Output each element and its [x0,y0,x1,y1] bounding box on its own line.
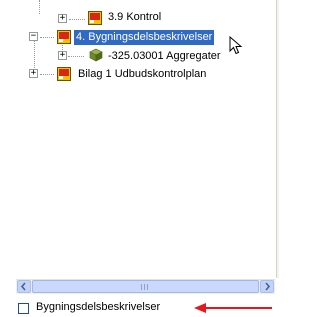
layer-icon [57,30,71,44]
thumb-grip [147,284,148,290]
tree-guide-line [69,19,85,20]
tree-guide-line [40,37,54,38]
scroll-right-button[interactable] [260,280,274,293]
layer-icon [57,67,71,81]
annotation-arrow-icon [194,303,272,313]
layer-icon [88,11,102,25]
tree-guide-line [68,56,84,57]
arrow-left-icon [20,282,26,291]
scroll-thumb[interactable] [32,280,259,293]
thumb-grip [144,284,145,290]
scroll-left-button[interactable] [17,280,31,293]
tree-panel: + 3.9 Kontrol − 4. Bygningsdelsbeskrivel… [0,0,292,317]
tree-node-label[interactable]: Bilag 1 Udbudskontrolplan [76,67,208,82]
expand-toggle[interactable]: + [58,51,67,60]
tree-view: + 3.9 Kontrol − 4. Bygningsdelsbeskrivel… [0,0,276,278]
collapse-toggle[interactable]: − [29,32,38,41]
arrow-right-icon [265,282,271,291]
expand-toggle[interactable]: + [29,69,38,78]
tree-node-label-selected[interactable]: 4. Bygningsdelsbeskrivelser [74,30,215,45]
object-box-icon [89,48,103,62]
mouse-cursor-icon [229,36,243,55]
status-label: Bygningsdelsbeskrivelser [36,301,161,313]
status-checkbox[interactable] [18,303,29,314]
panel-edge [280,0,292,317]
horizontal-scrollbar[interactable] [16,279,275,294]
thumb-grip [141,284,142,290]
tree-guide-line [39,0,40,14]
tree-node-label[interactable]: 3.9 Kontrol [106,10,163,25]
expand-toggle[interactable]: + [58,14,67,23]
tree-node-label[interactable]: -325.03001 Aggregater [106,49,223,64]
vertical-scrollbar-edge [276,0,279,278]
tree-guide-line [40,74,54,75]
